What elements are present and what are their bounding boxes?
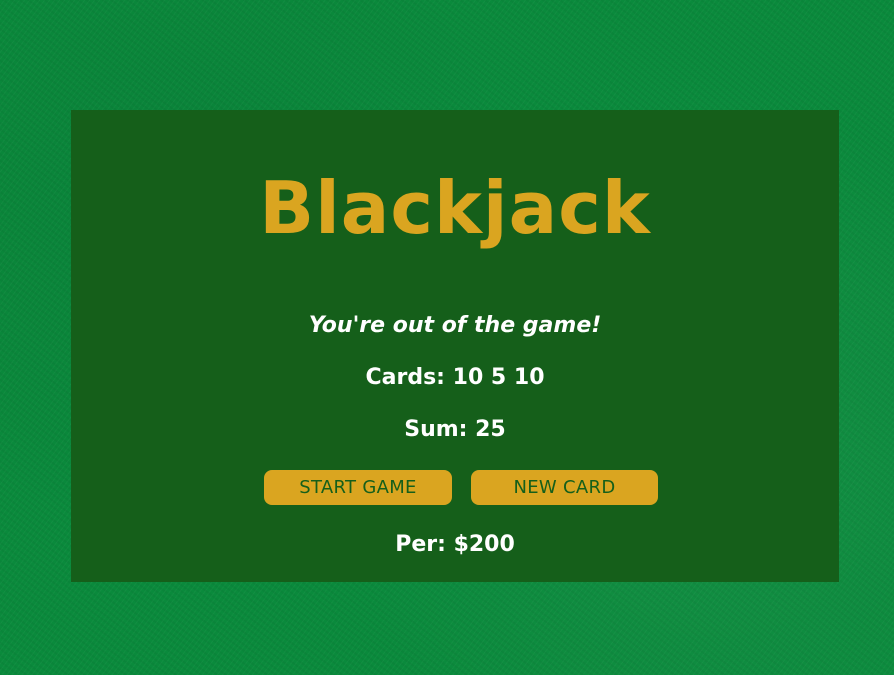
- game-title: Blackjack: [259, 166, 651, 250]
- cards-value: 10 5 10: [452, 365, 545, 390]
- new-card-button[interactable]: NEW CARD: [471, 470, 658, 505]
- sum-label: Sum:: [404, 417, 476, 442]
- start-game-button[interactable]: START GAME: [264, 470, 452, 505]
- player-chips: $200: [453, 532, 515, 557]
- game-message: You're out of the game!: [308, 313, 602, 338]
- player-chips-display: Per: $200: [71, 531, 839, 559]
- game-panel: Blackjack You're out of the game! Cards:…: [71, 110, 839, 582]
- sum-display: Sum: 25: [71, 416, 839, 444]
- sum-value: 25: [475, 417, 506, 442]
- cards-display: Cards: 10 5 10: [71, 364, 839, 392]
- player-label: Per:: [395, 532, 454, 557]
- cards-label: Cards:: [365, 365, 453, 390]
